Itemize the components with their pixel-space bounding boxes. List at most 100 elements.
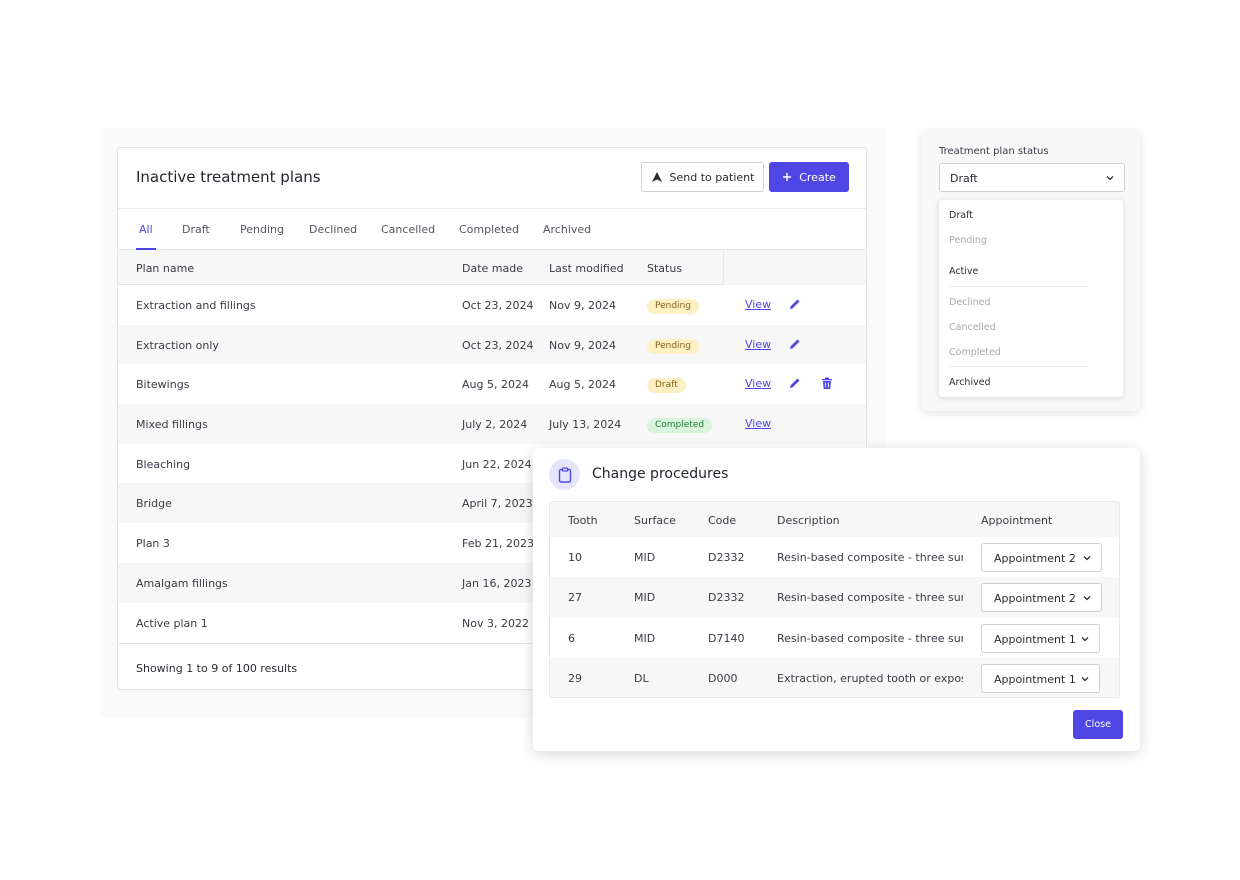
plan-name: Bitewings (136, 378, 190, 392)
procedure-description: Extraction, erupted tooth or exposed (777, 671, 963, 685)
chevron-down-icon (1083, 596, 1091, 601)
change-procedures-modal: Change procedures Tooth Surface Code Des… (533, 448, 1140, 751)
send-to-patient-label: Send to patient (669, 170, 755, 184)
last-modified: Nov 9, 2024 (549, 338, 616, 352)
view-link[interactable]: View (745, 417, 771, 430)
edit-icon[interactable] (788, 337, 802, 351)
last-modified: Nov 9, 2024 (549, 299, 616, 312)
option-cancelled: Cancelled (949, 322, 996, 333)
option-archived[interactable]: Archived (949, 377, 991, 388)
chevron-down-icon (1083, 556, 1091, 561)
edit-icon[interactable] (788, 297, 802, 311)
chevron-down-icon (1106, 176, 1114, 181)
column-code: Code (708, 514, 737, 527)
status-badge: Pending (647, 338, 699, 354)
table-header: Plan name Date made Last modified Status (118, 250, 866, 285)
plus-icon (783, 173, 792, 181)
status-badge: Draft (647, 378, 686, 394)
last-modified: July 13, 2024 (549, 418, 622, 432)
chevron-down-icon (1081, 676, 1089, 682)
status-options-menu: Draft Pending Active Declined Cancelled … (939, 200, 1123, 397)
trash-icon[interactable] (820, 376, 834, 390)
send-to-patient-button[interactable]: Send to patient (641, 162, 764, 192)
tooth-number: 6 (568, 631, 575, 645)
surface: DL (634, 671, 649, 685)
appointment-select[interactable]: Appointment 2 (981, 543, 1102, 572)
view-link[interactable]: View (745, 338, 771, 351)
tab-pending[interactable]: Pending (240, 223, 284, 236)
create-button[interactable]: Create (769, 162, 849, 192)
close-button[interactable]: Close (1073, 710, 1123, 739)
plan-name: Extraction only (136, 338, 219, 352)
option-active[interactable]: Active (949, 266, 978, 277)
create-label: Create (799, 170, 836, 184)
status-badge: Pending (647, 299, 699, 314)
tooth-number: 27 (568, 591, 582, 605)
tab-draft[interactable]: Draft (182, 223, 210, 236)
procedures-table-header: Tooth Surface Code Description Appointme… (550, 502, 1119, 537)
view-link[interactable]: View (745, 377, 771, 390)
tooth-number: 10 (568, 551, 582, 564)
surface: MID (634, 591, 656, 605)
plan-name: Plan 3 (136, 537, 170, 551)
chevron-down-icon (1081, 636, 1089, 642)
appointment-select[interactable]: Appointment 2 (981, 583, 1102, 613)
appointment-value: Appointment 2 (994, 592, 1076, 606)
plan-name: Bridge (136, 497, 172, 511)
date-made: Nov 3, 2022 (462, 616, 529, 630)
procedure-code: D000 (708, 671, 738, 685)
status-tabs: All Draft Pending Declined Cancelled Com… (118, 208, 866, 250)
date-made: Jan 16, 2023 (462, 576, 532, 590)
plan-name: Mixed fillings (136, 418, 208, 432)
page-title: Inactive treatment plans (136, 168, 321, 186)
column-last-modified: Last modified (549, 262, 624, 275)
column-date-made: Date made (462, 262, 523, 275)
view-link[interactable]: View (745, 298, 771, 311)
send-icon (651, 172, 662, 182)
tab-archived[interactable]: Archived (543, 223, 591, 236)
column-description: Description (777, 514, 840, 527)
results-count: Showing 1 to 9 of 100 results (136, 662, 298, 675)
appointment-select[interactable]: Appointment 1 (981, 663, 1100, 693)
option-draft[interactable]: Draft (949, 210, 973, 221)
tab-completed[interactable]: Completed (459, 223, 519, 236)
procedure-code: D2332 (708, 551, 745, 564)
procedure-description: Resin-based composite - three surfaces (777, 551, 963, 564)
date-made: Oct 23, 2024 (462, 338, 534, 352)
menu-divider (949, 286, 1087, 287)
tab-declined[interactable]: Declined (309, 223, 357, 236)
date-made: July 2, 2024 (462, 418, 528, 432)
last-modified: Aug 5, 2024 (549, 378, 616, 392)
plan-name: Amalgam fillings (136, 576, 228, 590)
column-surface: Surface (634, 514, 676, 527)
date-made: Aug 5, 2024 (462, 378, 529, 392)
column-plan-name: Plan name (136, 262, 195, 275)
procedures-table-body: 10 MID D2332 Resin-based composite - thr… (550, 537, 1119, 697)
option-declined: Declined (949, 297, 991, 308)
option-pending: Pending (949, 235, 987, 246)
procedure-code: D7140 (708, 631, 745, 645)
column-appointment: Appointment (981, 514, 1053, 527)
tooth-number: 29 (568, 671, 582, 685)
clipboard-icon (549, 459, 580, 490)
status-selected-value: Draft (950, 172, 978, 185)
option-completed: Completed (949, 347, 1001, 358)
surface: MID (634, 631, 656, 645)
tab-all[interactable]: All (139, 223, 153, 236)
procedures-table: Tooth Surface Code Description Appointme… (549, 501, 1120, 698)
table-row: 6 MID D7140 Resin-based composite - thre… (550, 617, 1119, 658)
table-row: 10 MID D2332 Resin-based composite - thr… (550, 537, 1119, 578)
status-select[interactable]: Draft (939, 163, 1125, 192)
plans-header: Inactive treatment plans Send to patient… (118, 148, 866, 208)
procedure-code: D2332 (708, 591, 745, 605)
appointment-select[interactable]: Appointment 1 (981, 623, 1100, 653)
table-row: 27 MID D2332 Resin-based composite - thr… (550, 577, 1119, 618)
table-row: Extraction and fillings Oct 23, 2024 Nov… (118, 285, 866, 325)
tab-cancelled[interactable]: Cancelled (381, 223, 435, 236)
column-status: Status (647, 262, 683, 275)
table-row: 29 DL D000 Extraction, erupted tooth or … (550, 657, 1119, 697)
status-badge: Completed (647, 418, 713, 434)
edit-icon[interactable] (788, 376, 802, 390)
column-tooth: Tooth (568, 514, 598, 527)
status-dropdown-card: Treatment plan status Draft Draft Pendin… (922, 131, 1140, 411)
